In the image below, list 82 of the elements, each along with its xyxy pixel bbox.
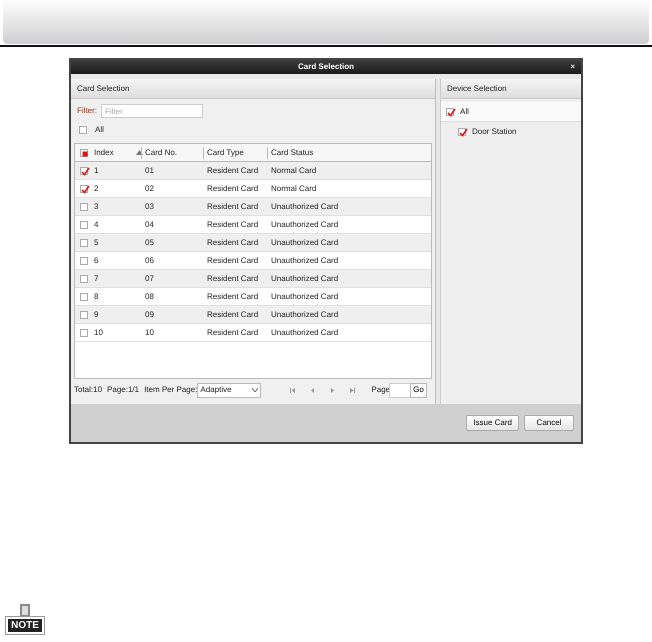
checkbox[interactable] bbox=[80, 256, 88, 264]
column-header[interactable]: Card Type bbox=[207, 148, 244, 156]
table-cell: 5 bbox=[94, 236, 98, 248]
close-button[interactable]: × bbox=[570, 61, 575, 73]
table-cell: 01 bbox=[145, 166, 154, 174]
page-label: Page bbox=[371, 384, 390, 396]
table-cell: 6 bbox=[94, 254, 98, 266]
table-cell: Unauthorized Card bbox=[271, 238, 338, 246]
issue-card-button[interactable]: Issue Card bbox=[466, 415, 519, 431]
panel-title: Device Selection bbox=[447, 82, 507, 94]
table-cell: Resident Card bbox=[207, 184, 258, 192]
checkbox[interactable] bbox=[80, 148, 88, 156]
table-cell: Unauthorized Card bbox=[271, 220, 338, 228]
previous-page-icon[interactable] bbox=[310, 388, 316, 392]
table-cell: 4 bbox=[94, 218, 98, 230]
go-button[interactable]: Go bbox=[410, 382, 427, 398]
page-count: Page:1/1 bbox=[107, 384, 140, 396]
filter-field[interactable]: Filter bbox=[101, 104, 203, 118]
checkbox[interactable] bbox=[80, 274, 88, 282]
first-page-icon[interactable] bbox=[290, 388, 296, 392]
note-label: NOTE bbox=[6, 617, 44, 634]
tree-item[interactable]: Door Station bbox=[472, 126, 516, 138]
table-cell: 3 bbox=[94, 200, 98, 212]
table-cell: Unauthorized Card bbox=[271, 310, 338, 318]
checkbox[interactable] bbox=[80, 292, 88, 300]
table-cell: Resident Card bbox=[207, 274, 258, 282]
table-cell: 05 bbox=[145, 238, 154, 246]
dialog-title: Card Selection bbox=[298, 61, 354, 73]
column-header[interactable]: Card No. bbox=[145, 148, 178, 156]
filter-label: Filter: bbox=[77, 105, 97, 117]
tree-item[interactable]: All bbox=[460, 106, 469, 118]
per-page-label: Item Per Page: bbox=[144, 384, 198, 396]
checkbox[interactable] bbox=[80, 166, 88, 174]
table-cell: 10 bbox=[94, 326, 103, 338]
table-cell: 7 bbox=[94, 272, 98, 284]
checkbox[interactable] bbox=[80, 238, 88, 246]
table-cell: 1 bbox=[94, 164, 98, 176]
table-cell: Resident Card bbox=[207, 310, 258, 318]
table-cell: 8 bbox=[94, 290, 98, 302]
column-header[interactable]: Card Status bbox=[271, 148, 314, 156]
panel-title: Card Selection bbox=[77, 82, 130, 94]
table-cell: Resident Card bbox=[207, 256, 258, 264]
table-cell: Unauthorized Card bbox=[271, 328, 338, 336]
table-cell: 08 bbox=[145, 292, 154, 300]
last-page-icon[interactable] bbox=[350, 388, 356, 392]
checkbox[interactable] bbox=[446, 108, 454, 116]
cancel-button[interactable]: Cancel bbox=[524, 415, 574, 431]
checkbox[interactable] bbox=[80, 184, 88, 192]
table-cell: Resident Card bbox=[207, 202, 258, 210]
table-cell: Unauthorized Card bbox=[271, 256, 338, 264]
table-cell: 02 bbox=[145, 184, 154, 192]
total-count: Total:10 bbox=[74, 384, 102, 396]
table-cell: Normal Card bbox=[271, 184, 316, 192]
table-cell: 04 bbox=[145, 220, 154, 228]
table-cell: 10 bbox=[145, 328, 154, 336]
table-cell: Resident Card bbox=[207, 292, 258, 300]
per-page-dropdown[interactable]: Adaptive bbox=[197, 382, 262, 398]
checkbox[interactable] bbox=[79, 126, 87, 134]
caret-icon bbox=[252, 388, 258, 392]
table-cell: 07 bbox=[145, 274, 154, 282]
checkbox[interactable] bbox=[80, 202, 88, 210]
table-cell: 03 bbox=[145, 202, 154, 210]
checkbox-label: All bbox=[95, 124, 104, 136]
table-cell: 9 bbox=[94, 308, 98, 320]
table-cell: 09 bbox=[145, 310, 154, 318]
table-cell: Unauthorized Card bbox=[271, 274, 338, 282]
table-cell: 06 bbox=[145, 256, 154, 264]
table-cell: Resident Card bbox=[207, 166, 258, 174]
checkbox[interactable] bbox=[458, 128, 466, 136]
table-cell: 2 bbox=[94, 182, 98, 194]
table-cell: Resident Card bbox=[207, 328, 258, 336]
table-cell: Resident Card bbox=[207, 238, 258, 246]
checkbox[interactable] bbox=[80, 310, 88, 318]
table-cell: Normal Card bbox=[271, 166, 316, 174]
column-header[interactable]: Index bbox=[94, 146, 114, 158]
checkbox[interactable] bbox=[80, 328, 88, 336]
table-cell: Unauthorized Card bbox=[271, 292, 338, 300]
table-cell: Unauthorized Card bbox=[271, 202, 338, 210]
next-page-icon[interactable] bbox=[330, 388, 336, 392]
page-field[interactable] bbox=[389, 382, 412, 398]
checkbox[interactable] bbox=[80, 220, 88, 228]
table-cell: Resident Card bbox=[207, 220, 258, 228]
